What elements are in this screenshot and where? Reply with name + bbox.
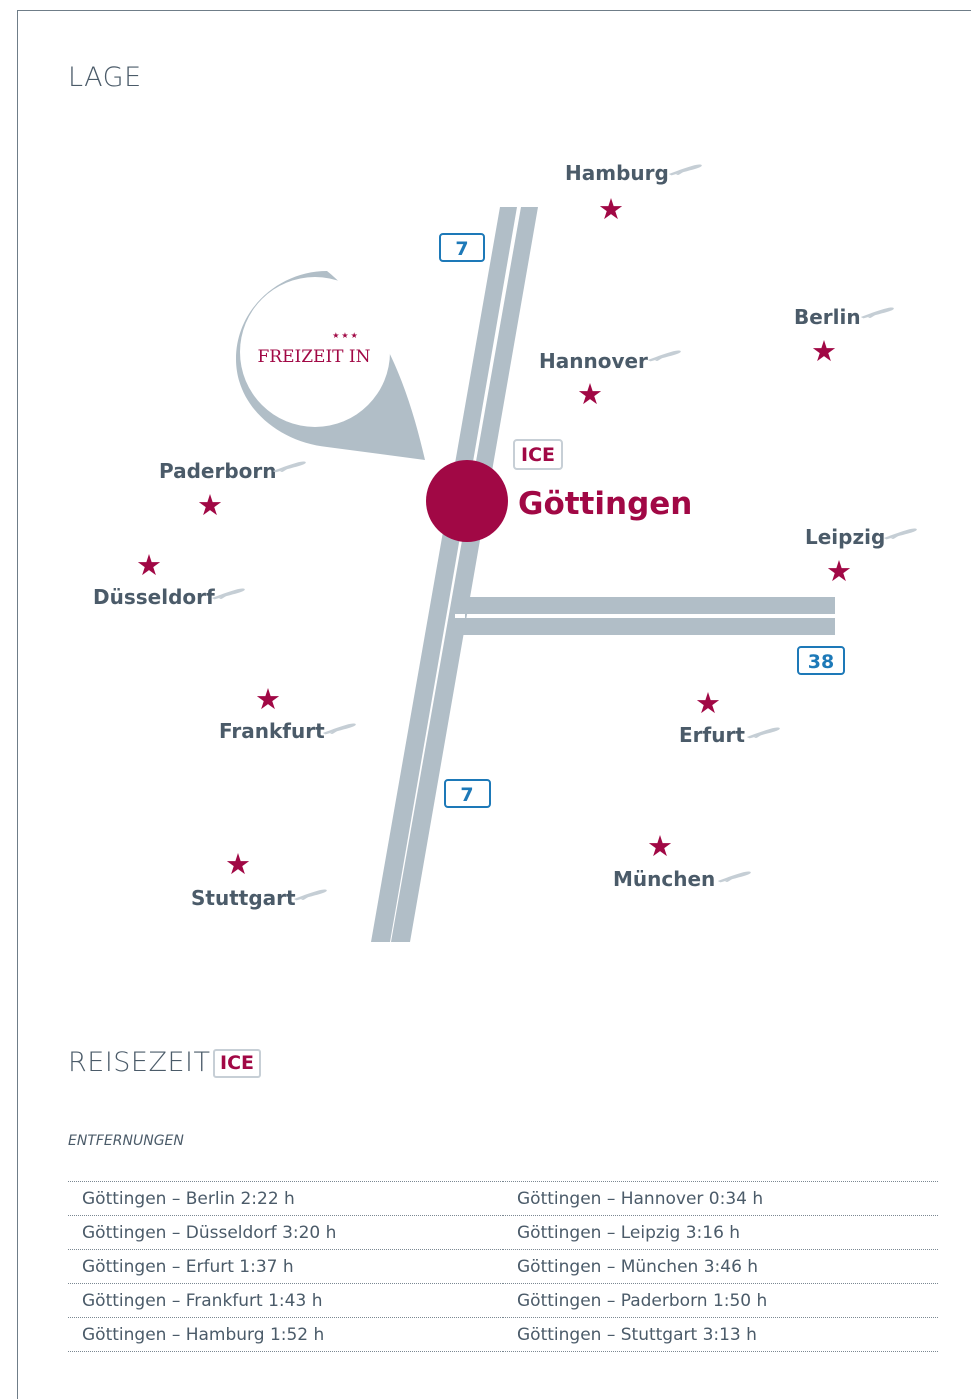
highway-a7-west bbox=[371, 207, 517, 942]
city-hamburg: Hamburg ★ bbox=[565, 161, 702, 226]
svg-text:Hannover: Hannover bbox=[539, 349, 648, 373]
svg-text:Düsseldorf: Düsseldorf bbox=[93, 585, 215, 609]
distance-cell: Göttingen – Hannover 0:34 h bbox=[503, 1181, 938, 1216]
star-icon: ★ bbox=[225, 847, 251, 881]
svg-text:38: 38 bbox=[808, 651, 834, 673]
plane-icon bbox=[211, 588, 245, 600]
highway-a7-east bbox=[391, 207, 538, 942]
star-icon: ★ bbox=[811, 334, 837, 368]
goettingen-marker bbox=[426, 460, 508, 542]
location-map: FREIZEIT IN ★★★ Göttingen ICE 7 7 38 Ham… bbox=[93, 161, 917, 942]
plane-icon bbox=[860, 307, 894, 319]
distance-cell: Göttingen – Berlin 2:22 h bbox=[68, 1181, 503, 1216]
plane-icon bbox=[647, 350, 681, 362]
highway-shield-7-north: 7 bbox=[439, 233, 485, 262]
star-icon: ★ bbox=[695, 686, 721, 720]
city-frankfurt: ★ Frankfurt bbox=[219, 682, 356, 743]
entfernungen-label: ENTFERNUNGEN bbox=[68, 1133, 184, 1149]
svg-text:FREIZEIT IN: FREIZEIT IN bbox=[258, 347, 371, 367]
svg-text:Erfurt: Erfurt bbox=[679, 723, 745, 747]
plane-icon bbox=[322, 723, 356, 735]
svg-text:ICE: ICE bbox=[521, 444, 555, 466]
highway-38-south bbox=[454, 618, 835, 635]
svg-text:Berlin: Berlin bbox=[794, 305, 861, 329]
city-hannover: Hannover ★ bbox=[539, 349, 681, 411]
table-row: Göttingen – Frankfurt 1:43 h Göttingen –… bbox=[68, 1283, 938, 1318]
star-icon: ★ bbox=[136, 548, 162, 582]
highway-shield-38: 38 bbox=[797, 646, 845, 675]
distance-cell: Göttingen – Leipzig 3:16 h bbox=[503, 1215, 938, 1250]
city-erfurt: ★ Erfurt bbox=[679, 686, 780, 747]
star-icon: ★ bbox=[255, 682, 281, 716]
star-icon: ★ bbox=[598, 192, 624, 226]
star-icon: ★ bbox=[826, 554, 852, 588]
city-leipzig: Leipzig ★ bbox=[805, 525, 917, 588]
distance-table: Göttingen – Berlin 2:22 h Göttingen – Ha… bbox=[68, 1181, 938, 1352]
highway-shield-7-south: 7 bbox=[444, 779, 491, 808]
plane-icon bbox=[668, 164, 702, 176]
city-muenchen: ★ München bbox=[613, 829, 751, 891]
svg-text:7: 7 bbox=[460, 784, 473, 806]
svg-text:★★★: ★★★ bbox=[332, 331, 360, 340]
distance-cell: Göttingen – Hamburg 1:52 h bbox=[68, 1317, 503, 1352]
junction-gap bbox=[455, 614, 465, 618]
city-duesseldorf: ★ Düsseldorf bbox=[93, 548, 245, 609]
distance-cell: Göttingen – München 3:46 h bbox=[503, 1249, 938, 1284]
svg-text:Frankfurt: Frankfurt bbox=[219, 719, 325, 743]
plane-icon bbox=[746, 727, 780, 739]
svg-text:Stuttgart: Stuttgart bbox=[191, 886, 296, 910]
ice-badge-map: ICE bbox=[513, 439, 563, 470]
plane-icon bbox=[272, 461, 306, 473]
table-row: Göttingen – Erfurt 1:37 h Göttingen – Mü… bbox=[68, 1249, 938, 1284]
goettingen-label: Göttingen bbox=[518, 486, 692, 522]
distance-cell: Göttingen – Paderborn 1:50 h bbox=[503, 1283, 938, 1318]
plane-icon bbox=[293, 889, 327, 901]
city-berlin: Berlin ★ bbox=[794, 305, 894, 368]
ice-badge: ICE bbox=[213, 1049, 261, 1078]
table-row: Göttingen – Berlin 2:22 h Göttingen – Ha… bbox=[68, 1181, 938, 1216]
plane-icon bbox=[883, 528, 917, 540]
svg-text:Paderborn: Paderborn bbox=[159, 459, 277, 483]
star-icon: ★ bbox=[197, 488, 223, 522]
svg-text:Leipzig: Leipzig bbox=[805, 525, 885, 549]
city-stuttgart: ★ Stuttgart bbox=[191, 847, 327, 910]
distance-cell: Göttingen – Erfurt 1:37 h bbox=[68, 1249, 503, 1284]
plane-icon bbox=[717, 871, 751, 883]
star-icon: ★ bbox=[577, 377, 603, 411]
svg-text:7: 7 bbox=[455, 238, 468, 260]
distance-cell: Göttingen – Stuttgart 3:13 h bbox=[503, 1317, 938, 1352]
svg-text:Hamburg: Hamburg bbox=[565, 161, 669, 185]
highway-38-north bbox=[460, 597, 835, 614]
distance-cell: Göttingen – Frankfurt 1:43 h bbox=[68, 1283, 503, 1318]
table-row: Göttingen – Düsseldorf 3:20 h Göttingen … bbox=[68, 1215, 938, 1250]
table-row: Göttingen – Hamburg 1:52 h Göttingen – S… bbox=[68, 1317, 938, 1352]
svg-text:München: München bbox=[613, 867, 715, 891]
distance-cell: Göttingen – Düsseldorf 3:20 h bbox=[68, 1215, 503, 1250]
city-paderborn: Paderborn ★ bbox=[159, 459, 306, 522]
star-icon: ★ bbox=[647, 829, 673, 863]
section-title-reisezeit: REISEZEIT bbox=[68, 1047, 211, 1078]
